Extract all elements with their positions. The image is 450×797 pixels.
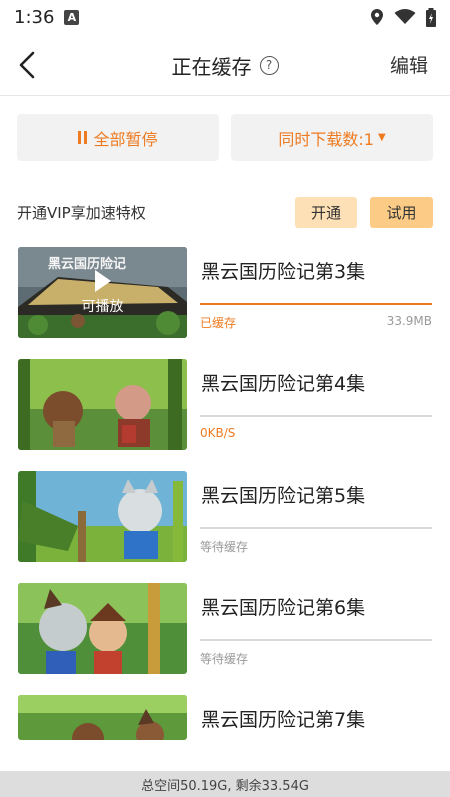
episode-thumbnail[interactable] (18, 359, 187, 450)
vip-promo: 开通VIP享加速特权 开通 试用 (17, 196, 433, 228)
download-status: 等待缓存 (200, 540, 249, 554)
vip-open-button[interactable]: 开通 (295, 196, 357, 228)
episode-title: 黑云国历险记第6集 (201, 597, 366, 619)
playable-label: 可播放 (81, 298, 124, 315)
list-item[interactable]: 黑云国历险记第4集 0KB/S (0, 359, 450, 450)
page-title: 正在缓存 (171, 54, 252, 79)
play-icon (94, 269, 111, 292)
list-item[interactable]: 黑云国历险记 可播放 黑云国历险记第3集 已缓存 33.9MB (0, 247, 450, 338)
pause-icon (78, 131, 88, 144)
play-overlay[interactable]: 可播放 (18, 247, 187, 338)
action-buttons: 全部暂停 同时下载数:1 ▼ (17, 114, 433, 161)
header-bar: 正在缓存 ? 编辑 (0, 34, 450, 96)
storage-footer: 总空间50.19G, 剩余33.54G (0, 771, 450, 797)
episode-title: 黑云国历险记第7集 (201, 709, 366, 731)
episode-thumbnail[interactable] (18, 471, 187, 562)
status-time: 1:36 (14, 6, 55, 28)
episode-thumbnail[interactable]: 黑云国历险记 可播放 (18, 247, 187, 338)
storage-info: 总空间50.19G, 剩余33.54G (141, 778, 309, 794)
back-arrow-icon[interactable] (16, 50, 40, 80)
download-progress (200, 527, 432, 529)
episode-title: 黑云国历险记第5集 (201, 485, 366, 507)
episode-title: 黑云国历险记第3集 (201, 261, 366, 283)
vip-try-button[interactable]: 试用 (370, 196, 433, 228)
file-size: 33.9MB (386, 314, 432, 328)
list-item[interactable]: 黑云国历险记第5集 等待缓存 (0, 471, 450, 562)
caret-down-icon: ▼ (377, 132, 386, 143)
concurrent-downloads-dropdown[interactable]: 同时下载数:1 ▼ (231, 114, 433, 161)
download-progress (200, 415, 432, 417)
download-status: 已缓存 (200, 316, 237, 330)
location-icon (371, 9, 383, 25)
episode-title: 黑云国历险记第4集 (201, 373, 366, 395)
edit-button[interactable]: 编辑 (390, 51, 428, 78)
episode-thumbnail[interactable] (18, 695, 187, 740)
episode-thumbnail[interactable] (18, 583, 187, 674)
notification-icon: A (64, 9, 80, 25)
pause-all-button[interactable]: 全部暂停 (17, 114, 219, 161)
vip-promo-text: 开通VIP享加速特权 (17, 203, 146, 222)
status-bar: 1:36 A (0, 0, 450, 34)
download-progress (200, 639, 432, 641)
battery-icon (426, 7, 436, 27)
download-progress (200, 303, 432, 305)
wifi-icon (394, 9, 416, 24)
help-icon[interactable]: ? (259, 55, 279, 75)
pause-all-label: 全部暂停 (93, 129, 158, 149)
concurrent-downloads-label: 同时下载数:1 (278, 129, 374, 149)
download-status: 等待缓存 (200, 652, 249, 666)
download-status: 0KB/S (200, 426, 236, 440)
list-item[interactable]: 黑云国历险记第6集 等待缓存 (0, 583, 450, 674)
